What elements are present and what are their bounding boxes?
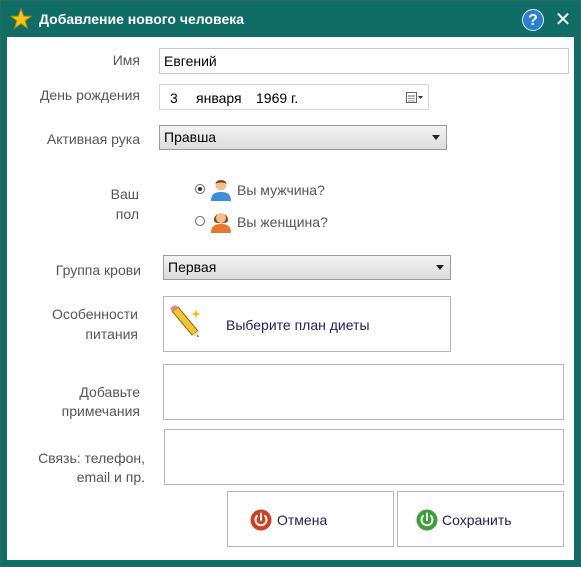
notes-label-line2: примечания — [61, 403, 140, 419]
power-icon — [416, 509, 438, 531]
chevron-down-icon — [436, 265, 444, 270]
diet-plan-button[interactable]: Выберите план диеты — [163, 296, 451, 352]
chevron-down-icon — [432, 135, 440, 140]
hand-select-value: Правша — [164, 129, 217, 145]
hand-select[interactable]: Правша — [159, 125, 447, 150]
female-option-label[interactable]: Вы женщина? — [237, 214, 328, 230]
star-icon — [10, 8, 32, 30]
gender-label-line1: Ваш — [110, 186, 139, 202]
pencil-sparkle-icon — [170, 305, 201, 337]
cancel-label: Отмена — [277, 512, 328, 528]
female-radio[interactable] — [195, 216, 205, 226]
woman-icon — [211, 213, 231, 233]
help-button[interactable]: ? — [522, 9, 544, 31]
cancel-button[interactable]: Отмена — [227, 491, 394, 547]
dialog-window: Добавление нового человека ? ✕ Имя Евген… — [0, 0, 581, 567]
name-input[interactable]: Евгений — [159, 48, 569, 74]
diet-label-line2: питания — [85, 326, 138, 342]
birthday-picker[interactable]: 3 января 1969 г. — [159, 84, 429, 110]
blood-select[interactable]: Первая — [163, 255, 451, 280]
contacts-textarea[interactable] — [164, 429, 564, 485]
contacts-label-line2: email и пр. — [76, 469, 145, 485]
power-icon — [250, 509, 272, 531]
name-label: Имя — [112, 52, 140, 68]
hand-label: Активная рука — [46, 131, 140, 147]
form-body: Имя Евгений День рождения 3 января 1969 … — [7, 37, 574, 560]
blood-label: Группа крови — [55, 262, 141, 278]
diet-label-line1: Особенности — [52, 306, 138, 322]
birthday-year[interactable]: 1969 г. — [256, 90, 298, 106]
male-radio[interactable] — [195, 184, 205, 194]
birthday-month[interactable]: января — [196, 90, 242, 106]
blood-select-value: Первая — [168, 259, 217, 275]
diet-plan-label: Выберите план диеты — [226, 317, 370, 333]
man-icon — [211, 179, 231, 201]
male-option-label[interactable]: Вы мужчина? — [237, 182, 325, 198]
save-label: Сохранить — [442, 512, 512, 528]
notes-label-line1: Добавьте — [79, 384, 140, 400]
window-title: Добавление нового человека — [39, 11, 245, 27]
name-input-value: Евгений — [164, 53, 217, 69]
calendar-dropdown-icon[interactable] — [406, 92, 424, 104]
birthday-label: День рождения — [39, 87, 140, 103]
contacts-label-line1: Связь: телефон, — [38, 450, 145, 466]
notes-textarea[interactable] — [163, 364, 564, 420]
close-button[interactable]: ✕ — [552, 9, 574, 31]
gender-label-line2: пол — [115, 206, 139, 222]
save-button[interactable]: Сохранить — [397, 491, 564, 547]
birthday-day[interactable]: 3 — [170, 90, 178, 106]
title-bar[interactable]: Добавление нового человека ? ✕ — [1, 1, 580, 37]
